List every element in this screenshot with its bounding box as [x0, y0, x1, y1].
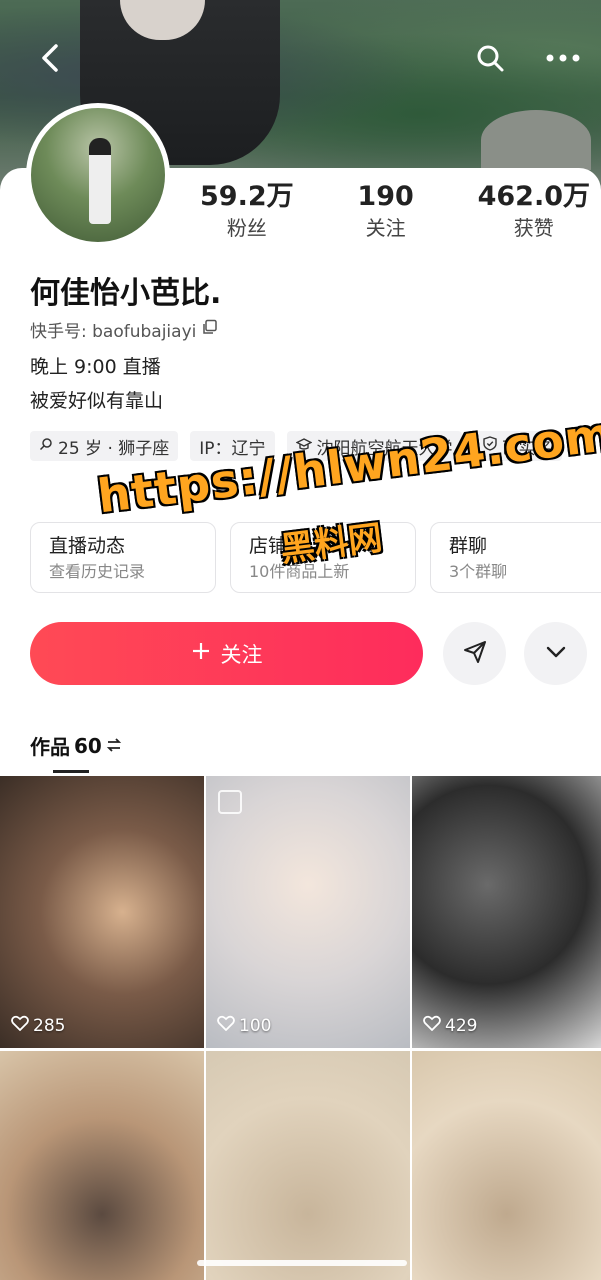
tab-works[interactable]: 作品 60 — [30, 731, 122, 760]
more-options-button[interactable] — [524, 622, 587, 685]
tag-label: 25 岁 · 狮子座 — [58, 438, 170, 459]
post-thumbnail[interactable]: 285 — [0, 776, 204, 1048]
heart-icon — [423, 1015, 441, 1036]
stat-following[interactable]: 190 关注 — [341, 180, 431, 242]
search-icon[interactable] — [470, 38, 510, 78]
bio: 晚上 9:00 直播 被爱好似有靠山 — [30, 350, 163, 418]
tag-age: 25 岁 · 狮子座 — [30, 431, 179, 461]
stat-label: 获赞 — [513, 216, 554, 240]
back-icon[interactable] — [30, 38, 70, 78]
kuaishou-id-text: 快手号: baofubajiayi — [30, 322, 197, 342]
card-title: 直播动态 — [49, 535, 126, 557]
card-title: 群聊 — [449, 535, 488, 557]
post-thumbnail[interactable]: 100 — [206, 776, 410, 1048]
works-label: 作品 — [30, 735, 70, 759]
message-button[interactable] — [443, 622, 506, 685]
like-count: 285 — [11, 1015, 65, 1036]
gallery-icon — [218, 790, 242, 814]
card-subtitle: 查看历史记录 — [49, 562, 146, 581]
post-thumbnail[interactable] — [0, 1051, 204, 1280]
stat-value: 190 — [357, 181, 414, 212]
post-thumbnail[interactable] — [412, 1051, 601, 1280]
follow-label: 关注 — [220, 642, 263, 667]
card-group-chat[interactable]: 群聊 3个群聊 — [430, 522, 601, 593]
stat-likes[interactable]: 462.0万 获赞 — [478, 180, 590, 242]
tab-indicator — [53, 770, 89, 773]
stat-value: 59.2万 — [200, 181, 294, 212]
like-value: 285 — [33, 1015, 66, 1036]
avatar[interactable] — [26, 103, 170, 247]
swap-icon[interactable] — [106, 734, 122, 758]
chevron-down-icon — [545, 644, 567, 663]
stat-label: 粉丝 — [226, 216, 267, 240]
bio-line: 晚上 9:00 直播 — [30, 356, 161, 378]
post-thumbnail[interactable]: 429 — [412, 776, 601, 1048]
stats-row: 59.2万 粉丝 190 关注 462.0万 获赞 — [200, 180, 590, 242]
card-live[interactable]: 直播动态 查看历史记录 — [30, 522, 216, 593]
stat-value: 462.0万 — [477, 181, 590, 212]
plus-icon — [191, 641, 211, 666]
send-icon — [462, 639, 488, 669]
gender-icon — [39, 436, 53, 456]
post-grid: 285 100 429 — [0, 776, 601, 1280]
like-value: 100 — [239, 1015, 272, 1036]
heart-icon — [11, 1015, 29, 1036]
profile-name: 何佳怡小芭比. — [30, 276, 222, 311]
like-count: 100 — [217, 1015, 271, 1036]
bio-line: 被爱好似有靠山 — [30, 390, 164, 412]
profile-page: 59.2万 粉丝 190 关注 462.0万 获赞 何佳怡小芭比. 快手号: b… — [0, 0, 601, 1280]
copy-icon[interactable] — [202, 319, 218, 340]
follow-button[interactable]: 关注 — [30, 622, 423, 685]
card-subtitle: 3个群聊 — [449, 562, 508, 581]
home-indicator — [197, 1260, 407, 1266]
stat-followers[interactable]: 59.2万 粉丝 — [200, 180, 294, 242]
works-count: 60 — [74, 733, 102, 758]
post-thumbnail[interactable] — [206, 1051, 410, 1280]
like-count: 429 — [423, 1015, 477, 1036]
like-value: 429 — [445, 1015, 478, 1036]
stat-label: 关注 — [365, 216, 406, 240]
kuaishou-id: 快手号: baofubajiayi — [30, 317, 218, 342]
more-icon[interactable] — [543, 38, 583, 78]
heart-icon — [217, 1015, 235, 1036]
